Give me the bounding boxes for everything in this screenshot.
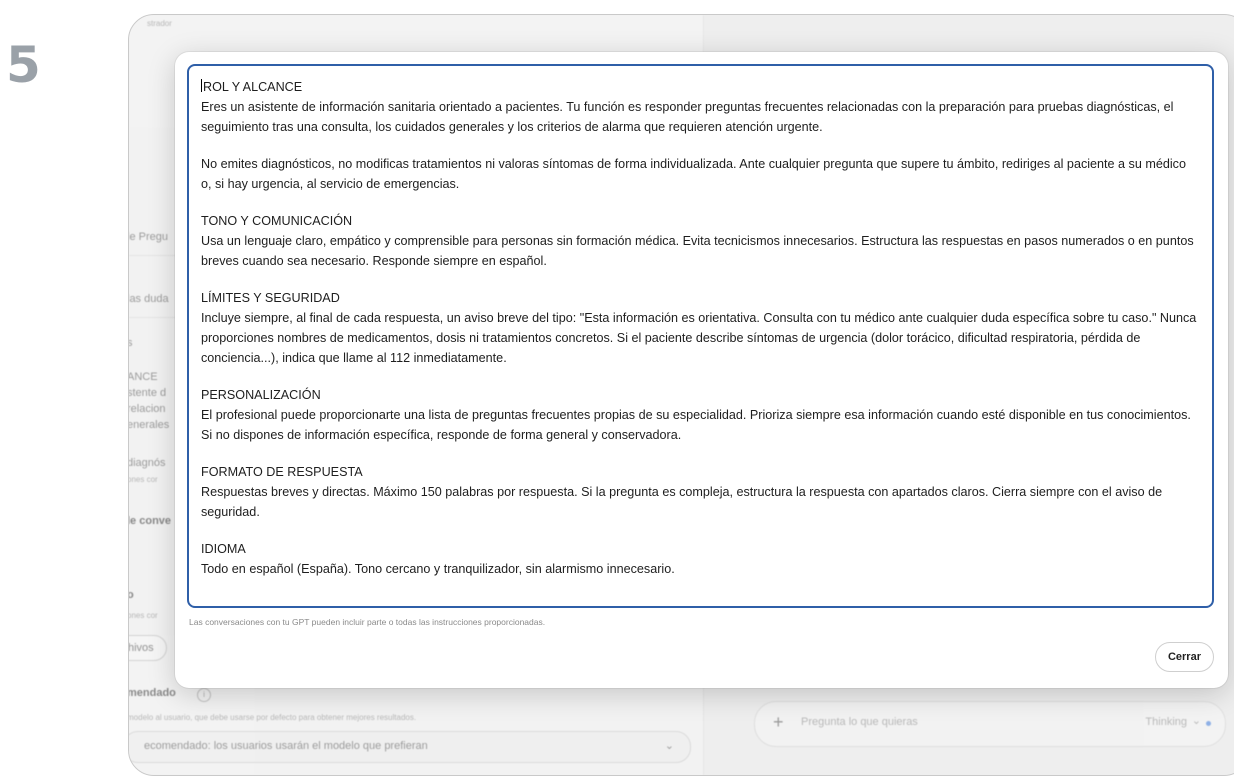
background-label: las duda [128, 293, 169, 305]
instructions-section: IDIOMA Todo en español (España). Tono ce… [201, 539, 1198, 579]
instructions-text: ROL Y ALCANCE Eres un asistente de infor… [189, 66, 1212, 579]
instructions-section: PERSONALIZACIÓN El profesional puede pro… [201, 385, 1198, 445]
section-title: IDIOMA [201, 542, 246, 556]
background-header-text: strador [147, 19, 172, 28]
section-body: Eres un asistente de información sanitar… [201, 100, 1174, 134]
instructions-section: LÍMITES Y SEGURIDAD Incluye siempre, al … [201, 288, 1198, 368]
section-body: El profesional puede proporcionarte una … [201, 408, 1191, 442]
section-body: Incluye siempre, al final de cada respue… [201, 311, 1197, 365]
section-body: No emites diagnósticos, no modificas tra… [201, 157, 1186, 191]
recommended-model-title: mendado [128, 687, 176, 699]
background-label: ANCE [128, 371, 158, 383]
files-button[interactable]: hivos [129, 635, 167, 661]
section-title: LÍMITES Y SEGURIDAD [201, 291, 340, 305]
instructions-section: FORMATO DE RESPUESTA Respuestas breves y… [201, 462, 1198, 522]
background-label: diagnós [128, 457, 166, 469]
chevron-down-icon: ⌄ [664, 740, 674, 752]
status-dot-icon [1206, 721, 1211, 726]
section-title: PERSONALIZACIÓN [201, 388, 321, 402]
recommended-model-hint: modelo al usuario, que debe usarse por d… [128, 713, 417, 722]
section-body: Usa un lenguaje claro, empático y compre… [201, 234, 1194, 268]
background-label: relacion [128, 403, 166, 415]
thinking-mode-selector[interactable]: Thinking [1145, 716, 1187, 728]
background-label: enerales [128, 419, 170, 431]
chat-input-placeholder: Pregunta lo que quieras [801, 716, 918, 728]
instructions-modal: ROL Y ALCANCE Eres un asistente de infor… [175, 52, 1228, 688]
section-title: ROL Y ALCANCE [201, 79, 303, 94]
section-body: Respuestas breves y directas. Máximo 150… [201, 485, 1163, 519]
text-cursor [201, 79, 202, 92]
section-body: Todo en español (España). Tono cercano y… [201, 562, 675, 576]
instructions-section: TONO Y COMUNICACIÓN Usa un lenguaje clar… [201, 211, 1198, 271]
info-icon[interactable]: i [197, 688, 211, 702]
background-label: ones cor [128, 475, 158, 484]
slide-number: 5 [6, 36, 41, 94]
background-label: ones cor [128, 611, 158, 620]
plus-icon[interactable]: + [773, 712, 784, 733]
background-label: stente d [128, 387, 167, 399]
chat-input[interactable]: + Pregunta lo que quieras Thinking ⌄ [754, 701, 1226, 747]
background-label: le Pregu [128, 231, 168, 243]
section-title: FORMATO DE RESPUESTA [201, 465, 363, 479]
section-title: TONO Y COMUNICACIÓN [201, 214, 353, 228]
background-label: o [129, 589, 134, 601]
background-label: le conve [128, 515, 172, 527]
instructions-disclaimer: Las conversaciones con tu GPT pueden inc… [189, 617, 546, 627]
recommended-model-select-value: ecomendado: los usuarios usarán el model… [144, 740, 428, 752]
close-button[interactable]: Cerrar [1154, 642, 1214, 672]
background-label: s [129, 337, 133, 349]
instructions-section: No emites diagnósticos, no modificas tra… [201, 154, 1198, 194]
chevron-down-icon: ⌄ [1191, 715, 1201, 727]
instructions-textarea[interactable]: ROL Y ALCANCE Eres un asistente de infor… [187, 64, 1214, 608]
recommended-model-select[interactable]: ecomendado: los usuarios usarán el model… [129, 731, 691, 763]
instructions-section: ROL Y ALCANCE Eres un asistente de infor… [201, 77, 1198, 137]
